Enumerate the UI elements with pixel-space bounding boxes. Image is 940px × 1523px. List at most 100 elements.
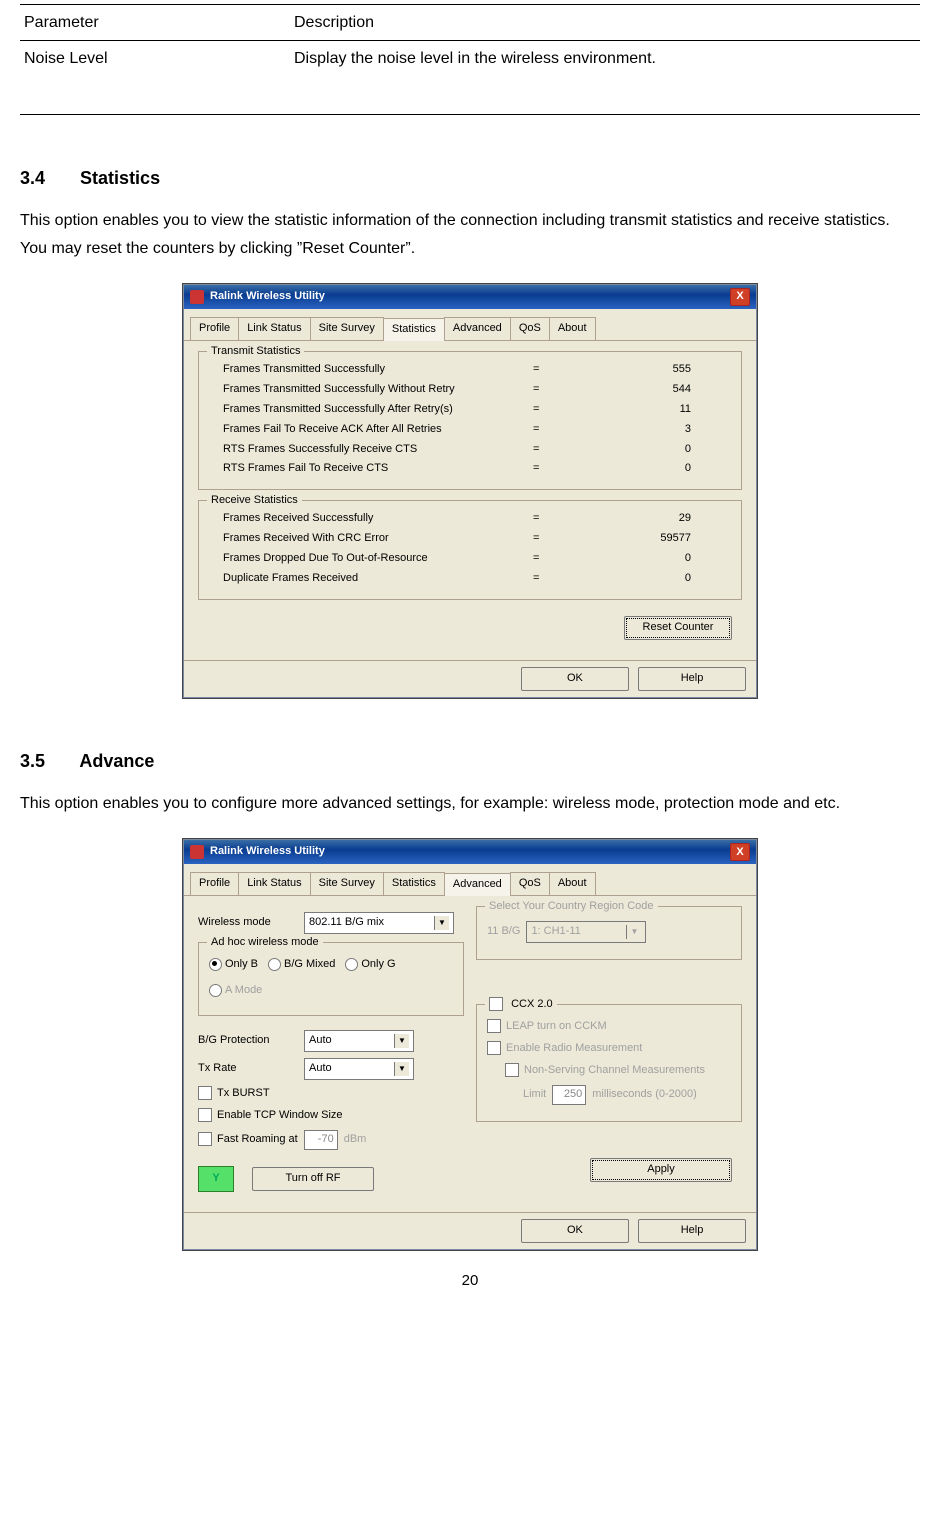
bg-protection-select[interactable]: Auto ▼	[304, 1030, 414, 1052]
fast-roaming-checkbox[interactable]: Fast Roaming at	[198, 1132, 298, 1148]
tab-site-survey[interactable]: Site Survey	[310, 317, 384, 340]
cell-desc: Display the noise level in the wireless …	[290, 41, 920, 77]
statistics-window: Ralink Wireless Utility X Profile Link S…	[183, 284, 757, 698]
tab-statistics[interactable]: Statistics	[383, 872, 445, 895]
tab-about[interactable]: About	[549, 872, 596, 895]
ok-button[interactable]: OK	[521, 667, 629, 691]
wireless-mode-select[interactable]: 802.11 B/G mix ▼	[304, 912, 454, 934]
stat-value: 555	[557, 362, 731, 378]
stat-value: 0	[557, 571, 731, 587]
heading-3-4: 3.4 Statistics	[20, 165, 920, 191]
radio-measurement-checkbox: Enable Radio Measurement	[487, 1041, 642, 1057]
ccx-title: CCX 2.0	[511, 998, 553, 1010]
chevron-down-icon: ▼	[394, 1034, 409, 1048]
stat-row: Frames Transmitted Successfully=555	[209, 360, 731, 380]
rf-status-icon	[198, 1166, 234, 1192]
stat-label: Frames Received Successfully	[209, 511, 515, 527]
window-title: Ralink Wireless Utility	[210, 289, 325, 305]
adhoc-group: Ad hoc wireless mode Only B B/G Mixed On…	[198, 942, 464, 1016]
country-channel-select: 1: CH1-11 ▼	[526, 921, 646, 943]
tab-link-status[interactable]: Link Status	[238, 317, 310, 340]
stat-row: RTS Frames Fail To Receive CTS=0	[209, 459, 731, 479]
tab-advanced[interactable]: Advanced	[444, 317, 511, 340]
country-region-title: Select Your Country Region Code	[485, 899, 658, 915]
stat-label: Frames Received With CRC Error	[209, 531, 515, 547]
stat-row: Frames Received Successfully=29	[209, 509, 731, 529]
tab-link-status[interactable]: Link Status	[238, 872, 310, 895]
chevron-down-icon: ▼	[434, 916, 449, 930]
tab-advanced[interactable]: Advanced	[444, 873, 511, 896]
bg-protection-value: Auto	[309, 1033, 338, 1049]
heading-3-5: 3.5 Advance	[20, 748, 920, 774]
tab-profile[interactable]: Profile	[190, 872, 239, 895]
bg-protection-label: B/G Protection	[198, 1033, 298, 1049]
tab-about[interactable]: About	[549, 317, 596, 340]
stat-row: Frames Fail To Receive ACK After All Ret…	[209, 420, 731, 440]
app-icon	[190, 290, 204, 304]
radio-bg-mixed[interactable]: B/G Mixed	[268, 957, 335, 973]
stat-label: Frames Transmitted Successfully	[209, 362, 515, 378]
stat-value: 11	[557, 402, 731, 418]
radio-only-b[interactable]: Only B	[209, 957, 258, 973]
stat-label: RTS Frames Successfully Receive CTS	[209, 442, 515, 458]
tx-burst-checkbox[interactable]: Tx BURST	[198, 1086, 270, 1102]
help-button[interactable]: Help	[638, 1219, 746, 1243]
cell-param: Noise Level	[20, 41, 290, 77]
tab-qos[interactable]: QoS	[510, 317, 550, 340]
heading-title: Advance	[79, 751, 154, 771]
radio-only-g[interactable]: Only G	[345, 957, 395, 973]
section-3-5-paragraph: This option enables you to configure mor…	[20, 790, 920, 817]
adhoc-title: Ad hoc wireless mode	[207, 935, 323, 951]
th-parameter: Parameter	[20, 5, 290, 41]
stat-value: 3	[557, 422, 731, 438]
heading-number: 3.5	[20, 748, 45, 774]
stat-row: Frames Dropped Due To Out-of-Resource=0	[209, 549, 731, 569]
tx-group-title: Transmit Statistics	[207, 344, 304, 360]
parameter-table: Parameter Description Noise Level Displa…	[20, 4, 920, 115]
transmit-statistics-group: Transmit Statistics Frames Transmitted S…	[198, 351, 742, 491]
tab-statistics[interactable]: Statistics	[383, 318, 445, 341]
section-3-4-paragraph: This option enables you to view the stat…	[20, 207, 920, 261]
tab-site-survey[interactable]: Site Survey	[310, 872, 384, 895]
stat-label: RTS Frames Fail To Receive CTS	[209, 461, 515, 477]
ccx-checkbox[interactable]	[489, 997, 503, 1011]
limit-value: 250	[552, 1085, 586, 1105]
receive-statistics-group: Receive Statistics Frames Received Succe…	[198, 500, 742, 600]
help-button[interactable]: Help	[638, 667, 746, 691]
close-icon[interactable]: X	[730, 288, 750, 306]
stat-row: Frames Transmitted Successfully Without …	[209, 380, 731, 400]
reset-counter-button[interactable]: Reset Counter	[624, 616, 732, 640]
tab-profile[interactable]: Profile	[190, 317, 239, 340]
leap-checkbox: LEAP turn on CCKM	[487, 1019, 607, 1035]
titlebar[interactable]: Ralink Wireless Utility X	[184, 840, 756, 864]
radio-a-mode: A Mode	[209, 983, 262, 999]
limit-unit: milliseconds (0-2000)	[592, 1087, 697, 1103]
titlebar[interactable]: Ralink Wireless Utility X	[184, 285, 756, 309]
stat-row: Duplicate Frames Received=0	[209, 569, 731, 589]
tcp-window-checkbox[interactable]: Enable TCP Window Size	[198, 1108, 343, 1124]
turn-off-rf-button[interactable]: Turn off RF	[252, 1167, 374, 1191]
stat-label: Frames Transmitted Successfully After Re…	[209, 402, 515, 418]
tab-strip: Profile Link Status Site Survey Statisti…	[184, 864, 756, 896]
stat-label: Frames Dropped Due To Out-of-Resource	[209, 551, 515, 567]
close-icon[interactable]: X	[730, 843, 750, 861]
apply-button[interactable]: Apply	[590, 1158, 732, 1182]
tx-rate-label: Tx Rate	[198, 1061, 298, 1077]
dbm-label: dBm	[344, 1132, 367, 1148]
heading-number: 3.4	[20, 165, 45, 191]
tab-qos[interactable]: QoS	[510, 872, 550, 895]
chevron-down-icon: ▼	[626, 925, 641, 939]
page-number: 20	[20, 1270, 920, 1292]
th-description: Description	[290, 5, 920, 41]
stat-row: RTS Frames Successfully Receive CTS=0	[209, 440, 731, 460]
tab-strip: Profile Link Status Site Survey Statisti…	[184, 309, 756, 341]
tx-rate-select[interactable]: Auto ▼	[304, 1058, 414, 1080]
limit-label: Limit	[523, 1087, 546, 1103]
country-channel-value: 1: CH1-11	[531, 924, 586, 940]
nonserving-checkbox: Non-Serving Channel Measurements	[505, 1063, 705, 1079]
wireless-mode-value: 802.11 B/G mix	[309, 915, 390, 931]
tx-rate-value: Auto	[309, 1061, 338, 1077]
fast-roaming-value[interactable]: -70	[304, 1130, 338, 1150]
stat-row: Frames Received With CRC Error=59577	[209, 529, 731, 549]
ok-button[interactable]: OK	[521, 1219, 629, 1243]
